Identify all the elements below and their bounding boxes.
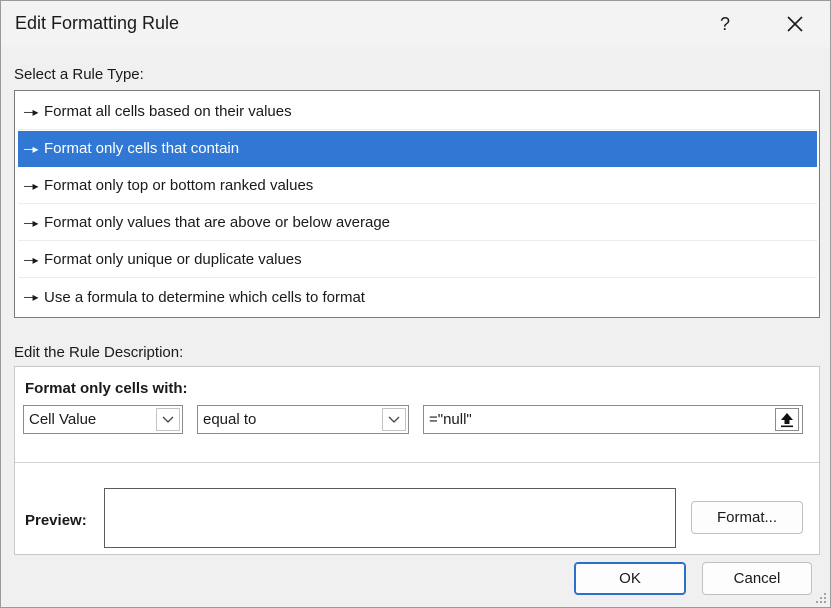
rule-type-item-label: Use a formula to determine which cells t… bbox=[44, 288, 365, 306]
upload-arrow-icon bbox=[781, 412, 793, 427]
rule-type-item[interactable]: ─▸ Use a formula to determine which cell… bbox=[18, 279, 817, 315]
close-button[interactable] bbox=[777, 9, 813, 39]
rule-type-item-selected[interactable]: ─▸ Format only cells that contain bbox=[18, 131, 817, 167]
operator-dropdown[interactable]: equal to bbox=[197, 405, 409, 434]
format-only-cells-heading: Format only cells with: bbox=[25, 380, 188, 397]
resize-grip-icon[interactable] bbox=[815, 592, 827, 604]
chevron-down-icon bbox=[388, 416, 400, 423]
rule-type-label: Select a Rule Type: bbox=[14, 66, 144, 83]
rule-value-input[interactable]: ="null" bbox=[423, 405, 803, 434]
condition-type-value: Cell Value bbox=[29, 411, 97, 428]
format-button[interactable]: Format... bbox=[691, 501, 803, 534]
rule-type-item-label: Format only unique or duplicate values bbox=[44, 251, 302, 268]
arrow-bullet-icon: ─▸ bbox=[24, 215, 39, 230]
rule-type-item-label: Format only top or bottom ranked values bbox=[44, 177, 314, 194]
help-button[interactable]: ? bbox=[707, 9, 743, 39]
rule-description-label: Edit the Rule Description: bbox=[14, 344, 184, 361]
dialog-title: Edit Formatting Rule bbox=[15, 13, 180, 33]
operator-dropdown-button[interactable] bbox=[382, 408, 406, 431]
divider bbox=[15, 462, 819, 463]
rule-type-item[interactable]: ─▸ Format only unique or duplicate value… bbox=[18, 242, 817, 278]
rule-description-panel: Format only cells with: Cell Value equal… bbox=[14, 366, 820, 555]
preview-box bbox=[104, 488, 676, 548]
condition-type-dropdown[interactable]: Cell Value bbox=[23, 405, 183, 434]
rule-type-item-label: Format only cells that contain bbox=[44, 140, 240, 157]
range-selector-button[interactable] bbox=[775, 408, 799, 431]
cancel-button[interactable]: Cancel bbox=[702, 562, 812, 595]
chevron-down-icon bbox=[162, 416, 174, 423]
rule-type-item[interactable]: ─▸ Format all cells based on their value… bbox=[18, 94, 817, 130]
cancel-button-label: Cancel bbox=[733, 570, 781, 587]
rule-type-item[interactable]: ─▸ Format only top or bottom ranked valu… bbox=[18, 168, 817, 204]
ok-button[interactable]: OK bbox=[574, 562, 686, 595]
arrow-bullet-icon: ─▸ bbox=[24, 104, 39, 119]
arrow-bullet-icon: ─▸ bbox=[24, 178, 39, 193]
rule-type-item-label: Format only values that are above or bel… bbox=[44, 214, 391, 231]
rule-value-text[interactable]: ="null" bbox=[424, 411, 775, 428]
ok-button-label: OK bbox=[619, 570, 641, 587]
preview-label: Preview: bbox=[25, 512, 87, 529]
arrow-bullet-icon: ─▸ bbox=[24, 290, 39, 304]
format-button-label: Format... bbox=[716, 509, 777, 526]
title-bar: Edit Formatting Rule ? bbox=[1, 1, 830, 47]
arrow-bullet-icon: ─▸ bbox=[24, 252, 39, 267]
help-icon: ? bbox=[719, 13, 730, 34]
rule-type-item[interactable]: ─▸ Format only values that are above or … bbox=[18, 205, 817, 241]
rule-type-list[interactable]: ─▸ Format all cells based on their value… bbox=[14, 90, 820, 318]
edit-formatting-rule-dialog: Edit Formatting Rule ? Select a Rule Typ… bbox=[0, 0, 831, 608]
arrow-bullet-icon: ─▸ bbox=[24, 141, 39, 156]
close-icon bbox=[787, 16, 803, 32]
condition-type-dropdown-button[interactable] bbox=[156, 408, 180, 431]
operator-value: equal to bbox=[203, 411, 257, 428]
rule-type-item-label: Format all cells based on their values bbox=[44, 103, 292, 120]
